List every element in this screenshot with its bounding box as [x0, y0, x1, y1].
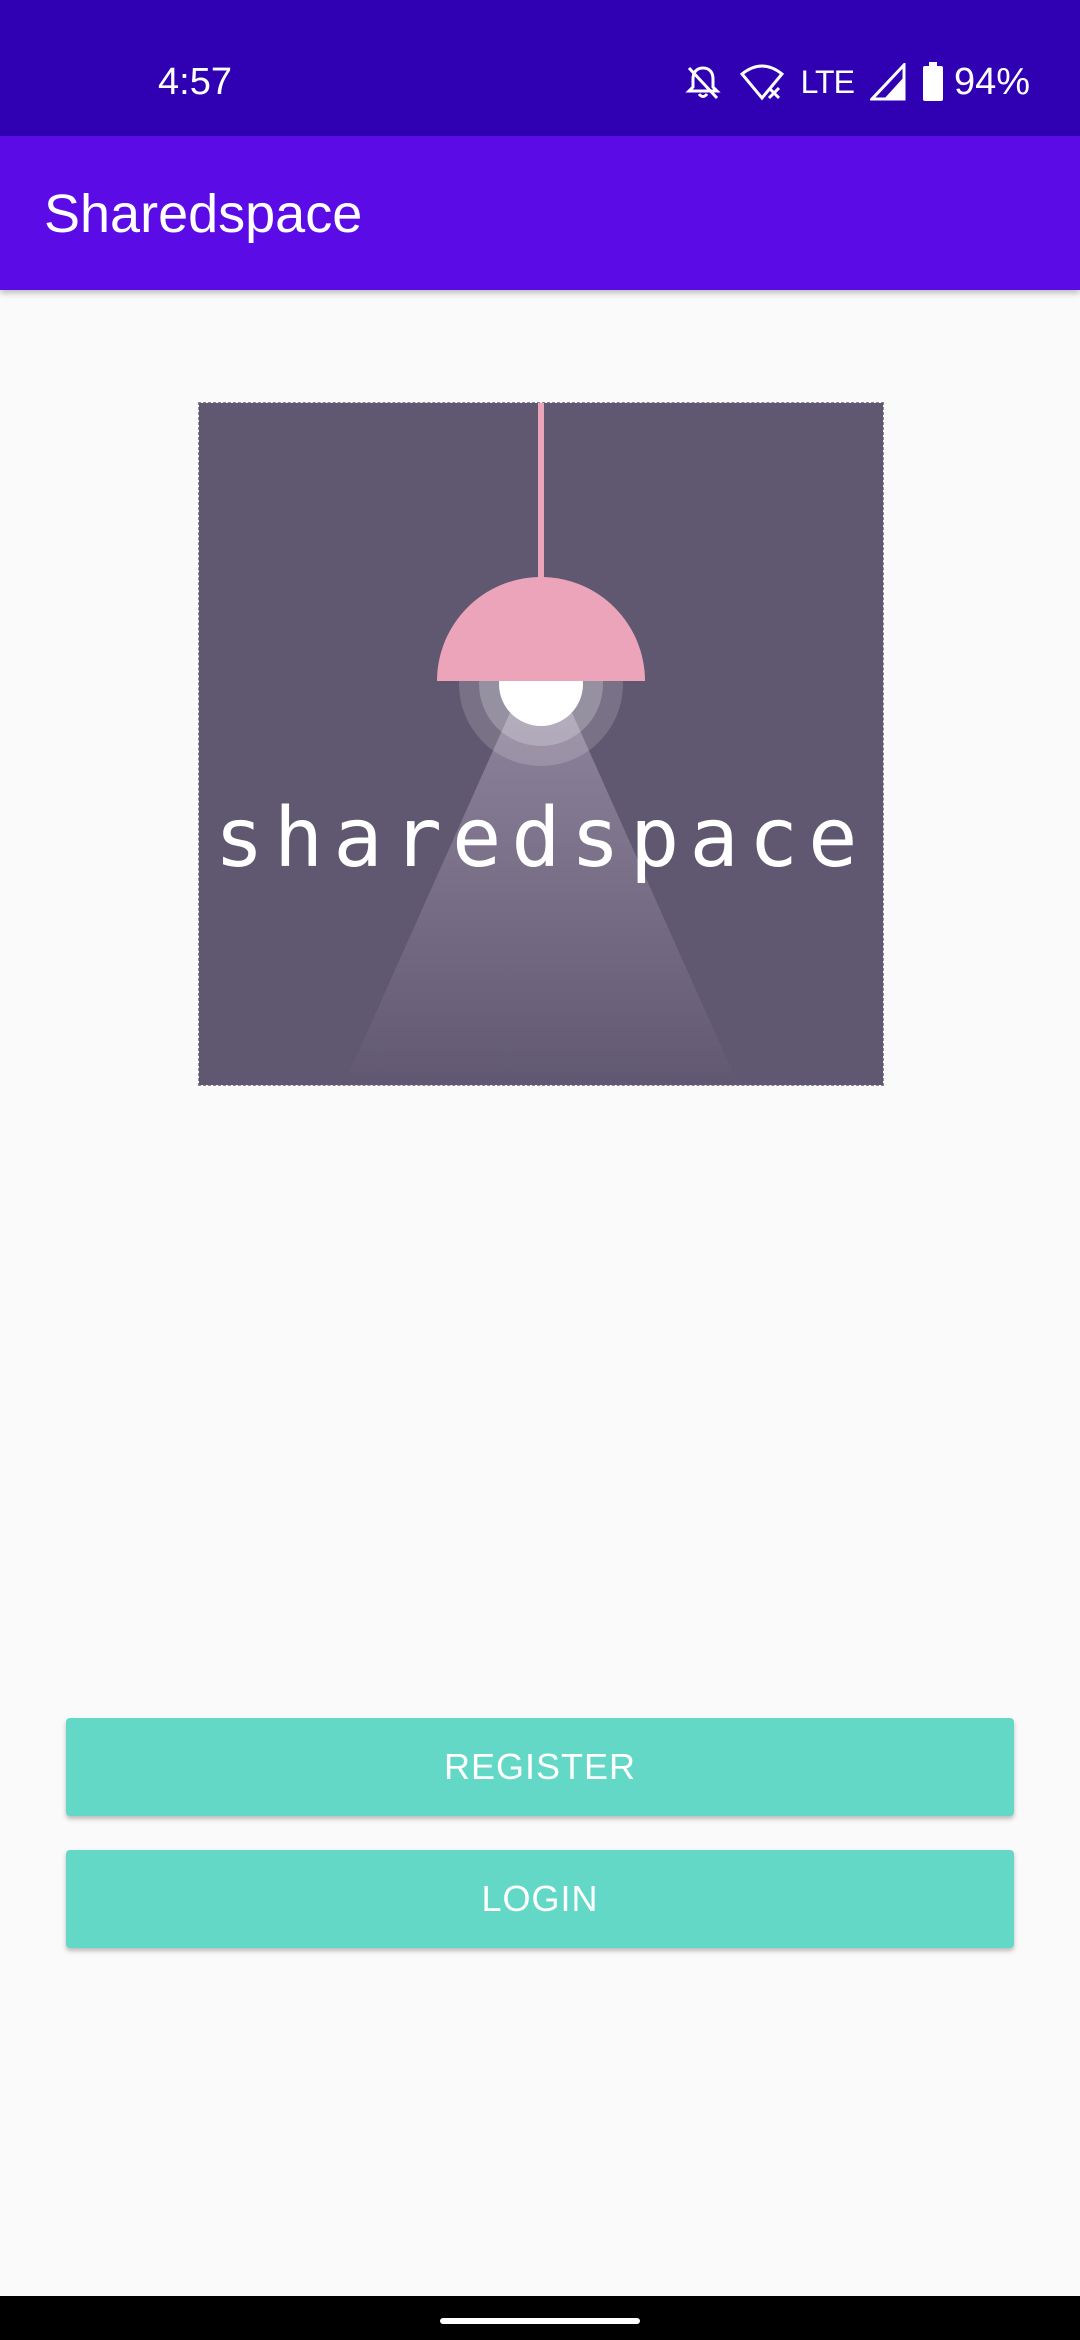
- battery-percent: 94%: [953, 61, 1030, 103]
- navigation-bar: [0, 2296, 1080, 2340]
- app-title: Sharedspace: [44, 184, 363, 244]
- home-handle[interactable]: [440, 2318, 640, 2324]
- battery-icon: [922, 62, 944, 102]
- notifications-off-icon: [683, 62, 723, 102]
- app-logo: sharedspace: [198, 402, 884, 1086]
- status-bar: 4:57 LTE 94%: [0, 0, 1080, 136]
- wifi-off-icon: [739, 62, 785, 102]
- login-button[interactable]: LOGIN: [66, 1850, 1014, 1948]
- register-button[interactable]: REGISTER: [66, 1718, 1014, 1816]
- network-label: LTE: [800, 64, 855, 100]
- lamp-icon: [199, 403, 883, 1085]
- app-bar: Sharedspace: [0, 136, 1080, 290]
- signal-icon: [869, 63, 906, 101]
- status-icons: LTE 94%: [667, 60, 1030, 104]
- status-time: 4:57: [158, 61, 232, 103]
- logo-wordmark: sharedspace: [214, 791, 868, 886]
